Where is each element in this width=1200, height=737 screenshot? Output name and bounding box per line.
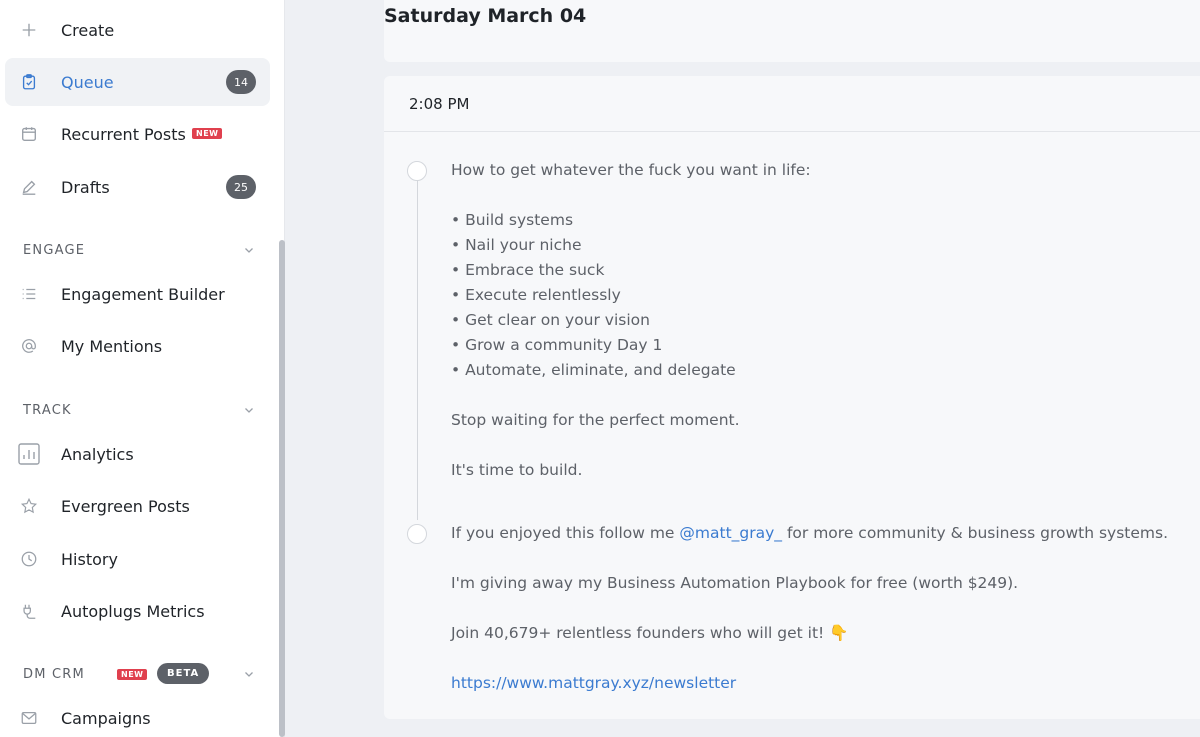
clock-icon (19, 549, 39, 569)
post-time-bar: 2:08 PM (384, 76, 1200, 132)
post-time: 2:08 PM (409, 94, 470, 113)
sidebar-item-label: History (61, 549, 118, 569)
section-title: ENGAGE (23, 242, 86, 258)
tweet-line: Stop waiting for the perfect moment. (451, 411, 740, 429)
tweet-line: • Nail your niche (451, 236, 582, 254)
tweet-line: It's time to build. (451, 461, 583, 479)
sidebar-item-analytics[interactable]: Analytics (5, 430, 270, 478)
sidebar-item-label: Evergreen Posts (61, 496, 190, 516)
drafts-count-badge: 25 (226, 175, 256, 199)
queue-count-badge: 14 (226, 70, 256, 94)
sidebar-item-label: Autoplugs Metrics (61, 601, 205, 621)
tweet-line (451, 646, 1191, 671)
sidebar-item-my-mentions[interactable]: My Mentions (5, 322, 270, 370)
engage-section-header[interactable]: ENGAGE (23, 240, 255, 260)
tweet-text: for more community & business growth sys… (782, 524, 1169, 542)
sidebar: Create Queue 14 Recurrent Posts NEW Draf… (0, 0, 285, 737)
sidebar-item-label: Drafts (61, 177, 110, 197)
tweet-line: I'm giving away my Business Automation P… (451, 574, 1019, 592)
beta-badge: BETA (157, 663, 210, 684)
pencil-icon (19, 177, 39, 197)
thread-line (417, 180, 418, 520)
sidebar-item-label: Create (61, 20, 115, 40)
new-badge: NEW (117, 669, 148, 680)
date-heading: Saturday March 04 (384, 5, 587, 27)
chevron-down-icon (245, 408, 253, 413)
tweet-line: • Execute relentlessly (451, 286, 621, 304)
sidebar-item-queue[interactable]: Queue 14 (5, 58, 270, 106)
sidebar-item-drafts[interactable]: Drafts 25 (5, 163, 270, 211)
newsletter-link[interactable]: https://www.mattgray.xyz/newsletter (451, 671, 1191, 696)
sidebar-item-label: Analytics (61, 444, 134, 464)
new-badge: NEW (192, 128, 223, 139)
tweet-line: • Get clear on your vision (451, 311, 650, 329)
sidebar-item-create[interactable]: Create (5, 6, 270, 54)
tweet-1[interactable]: How to get whatever the fuck you want in… (451, 158, 1191, 483)
sidebar-item-label: Engagement Builder (61, 284, 225, 304)
mention-link[interactable]: @matt_gray_ (679, 524, 782, 542)
tweet-text: If you enjoyed this follow me (451, 524, 680, 542)
tweet-2[interactable]: If you enjoyed this follow me @matt_gray… (451, 521, 1191, 696)
thread-dot (407, 524, 427, 544)
tweet-line: How to get whatever the fuck you want in… (451, 161, 811, 179)
plug-icon (19, 601, 39, 621)
sidebar-item-label: Recurrent Posts (61, 124, 186, 144)
queued-post-card[interactable]: 2:08 PM How to get whatever the fuck you… (384, 76, 1200, 719)
sidebar-item-history[interactable]: History (5, 535, 270, 583)
sidebar-item-campaigns[interactable]: Campaigns (5, 694, 270, 737)
sidebar-item-evergreen-posts[interactable]: Evergreen Posts (5, 482, 270, 530)
tweet-line (451, 546, 1191, 571)
star-icon (19, 496, 39, 516)
tweet-line: • Build systems (451, 211, 574, 229)
section-title: DM CRM (23, 666, 85, 682)
bar-chart-icon (17, 442, 41, 466)
at-icon (19, 336, 39, 356)
tweet-line (451, 183, 1191, 208)
envelope-icon (19, 708, 39, 728)
sidebar-item-label: My Mentions (61, 336, 163, 356)
tweet-line (451, 596, 1191, 621)
tweet-line: If you enjoyed this follow me @matt_gray… (451, 521, 1191, 546)
section-title: TRACK (23, 402, 72, 418)
sidebar-item-label: Campaigns (61, 708, 151, 728)
tweet-line: Join 40,679+ relentless founders who wil… (451, 624, 849, 642)
clipboard-icon (19, 72, 39, 92)
chevron-down-icon (245, 672, 253, 677)
dm-crm-section-header[interactable]: DM CRM NEW BETA (23, 663, 255, 684)
tweet-line (451, 383, 1191, 408)
chevron-down-icon (245, 248, 253, 253)
track-section-header[interactable]: TRACK (23, 400, 255, 420)
plus-icon (19, 20, 39, 40)
tweet-line: • Embrace the suck (451, 261, 605, 279)
tweet-line: • Grow a community Day 1 (451, 336, 663, 354)
sidebar-item-recurrent-posts[interactable]: Recurrent Posts NEW (5, 110, 270, 158)
list-icon (19, 284, 39, 304)
tweet-line: • Automate, eliminate, and delegate (451, 361, 736, 379)
main-content: Saturday March 04 2:08 PM How to get wha… (285, 0, 1200, 737)
sidebar-item-label: Queue (61, 72, 114, 92)
sidebar-item-autoplugs-metrics[interactable]: Autoplugs Metrics (5, 587, 270, 635)
thread-dot (407, 161, 427, 181)
tweet-line (451, 433, 1191, 458)
sidebar-item-engagement-builder[interactable]: Engagement Builder (5, 270, 270, 318)
calendar-icon (19, 124, 39, 144)
